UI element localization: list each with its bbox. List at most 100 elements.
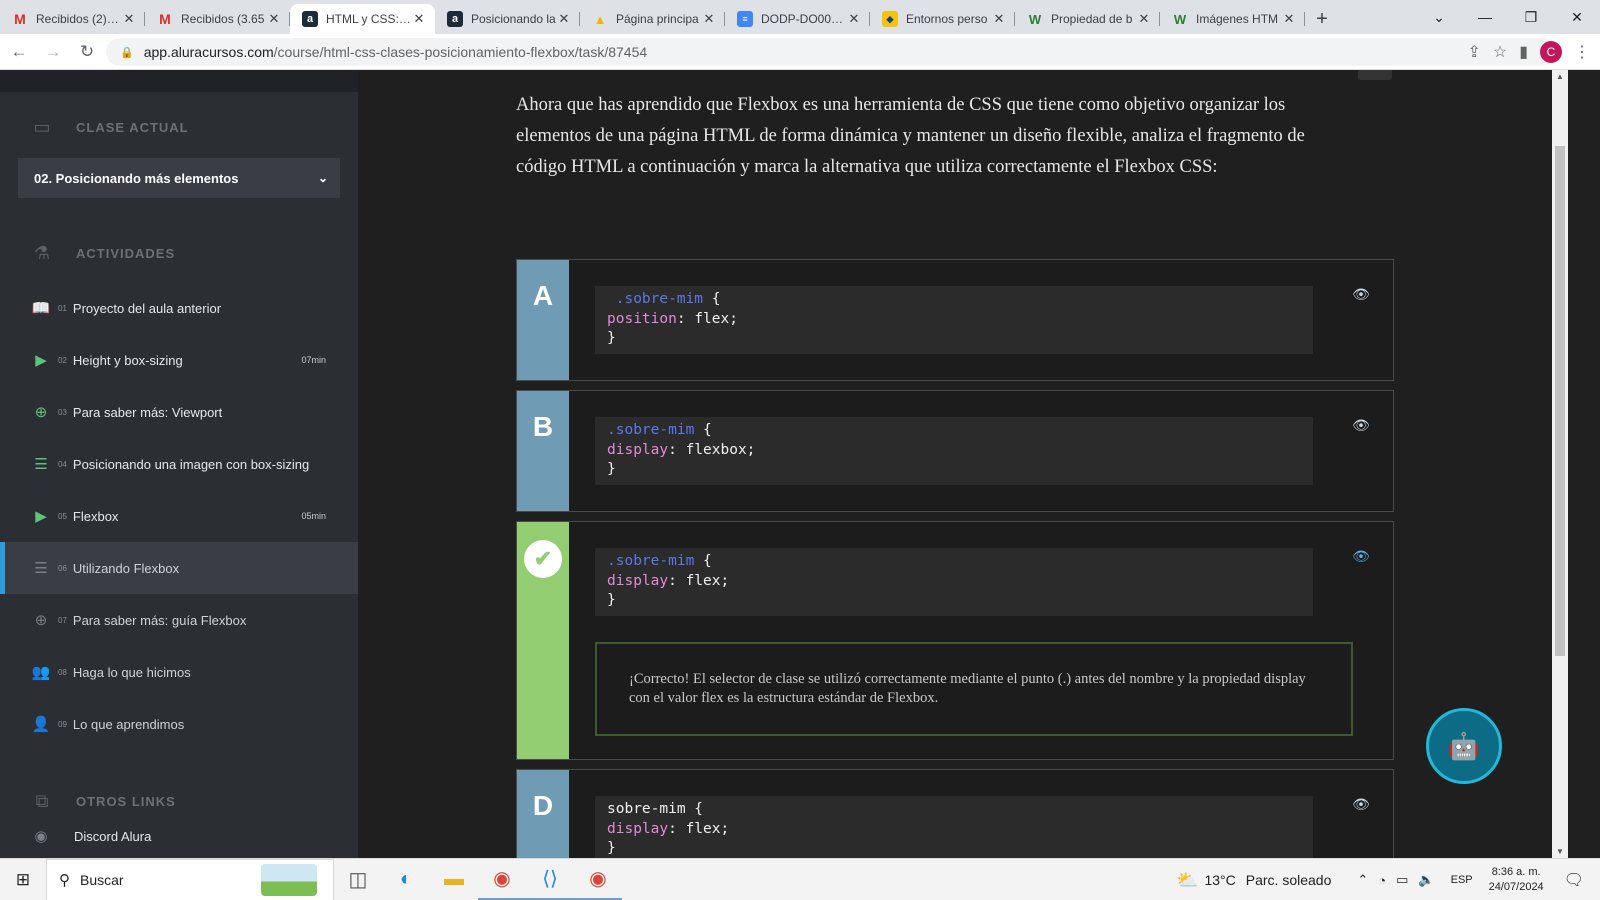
code-block: .sobre-mim { display: flex; } — [595, 548, 1313, 616]
clock-date: 24/07/2024 — [1488, 881, 1544, 893]
section-label: ACTIVIDADES — [76, 245, 176, 261]
weather-icon[interactable]: ⛅ — [1176, 870, 1198, 891]
chevron-up-icon[interactable]: ⌃ — [1357, 872, 1368, 888]
activity-item[interactable]: 📖 01 Proyecto del aula anterior — [0, 282, 358, 334]
address-bar[interactable]: 🔒 app.aluracursos.com /course/html-css-c… — [106, 38, 1556, 66]
code-value: flexbox; — [685, 441, 756, 458]
activity-number: 01 — [58, 303, 67, 313]
discord-link[interactable]: ◉ Discord Alura — [0, 816, 358, 856]
vscode-icon[interactable]: ⟨⟩ — [526, 859, 574, 900]
scroll-down-icon[interactable]: ▼ — [1552, 847, 1568, 856]
code-selector: .sobre-mim — [607, 291, 704, 307]
alternative-c[interactable]: ✔ .sobre-mim { display: flex; } 👁 ¡Corre… — [516, 521, 1394, 760]
clock[interactable]: 8:36 a. m. 24/07/2024 — [1489, 865, 1544, 895]
battery-icon[interactable]: ▭ — [1396, 872, 1408, 888]
bookmark-star-icon[interactable]: ☆ — [1493, 42, 1507, 62]
activity-item[interactable]: ⊕ 03 Para saber más: Viewport — [0, 386, 358, 438]
alternative-d[interactable]: D sobre-mim { display: flex; } 👁 — [516, 769, 1394, 858]
browser-tab[interactable]: ≡ DODP-DO006-F ✕ — [725, 4, 870, 34]
gmail-icon: M — [159, 11, 171, 27]
lesson-dropdown[interactable]: 02. Posicionando más elementos ⌄ — [18, 158, 340, 198]
eye-icon[interactable]: 👁 — [1352, 548, 1370, 564]
forward-icon[interactable]: → — [38, 42, 68, 62]
tab-title: HTML y CSS: Cl — [326, 12, 411, 26]
activity-label: Proyecto del aula anterior — [72, 300, 222, 316]
close-icon[interactable]: ✕ — [411, 11, 427, 27]
close-icon[interactable]: ✕ — [121, 11, 137, 27]
file-explorer-icon[interactable]: ▬ — [430, 859, 478, 900]
share-icon[interactable]: ⇪ — [1467, 42, 1480, 62]
avatar[interactable]: C — [1540, 41, 1562, 63]
eye-icon[interactable]: 👁 — [1352, 417, 1370, 433]
minimize-button[interactable]: — — [1462, 0, 1508, 34]
chrome-icon[interactable]: ◉ — [478, 859, 526, 900]
side-panel-icon[interactable]: ▮ — [1519, 42, 1528, 62]
activity-label: Para saber más: guía Flexbox — [72, 612, 247, 628]
back-icon[interactable]: ← — [4, 42, 34, 62]
browser-tab[interactable]: W Propiedad de b ✕ — [1015, 4, 1160, 34]
close-icon[interactable]: ✕ — [266, 11, 282, 27]
alternative-a[interactable]: A .sobre-mim { position: flex; } 👁 — [516, 259, 1394, 381]
alternative-b[interactable]: B .sobre-mim { display: flexbox; } 👁 — [516, 390, 1394, 512]
activity-number: 08 — [58, 667, 67, 677]
menu-kebab-icon[interactable]: ⋮ — [1574, 42, 1590, 62]
browser-tab[interactable]: a Posicionando la ✕ — [435, 4, 580, 34]
activity-item[interactable]: ▶ 02 Height y box-sizing 07min — [0, 334, 358, 386]
scrollbar-thumb[interactable] — [1555, 146, 1565, 656]
new-tab-button[interactable]: + — [1305, 4, 1339, 34]
tab-title: Propiedad de b — [1051, 12, 1133, 26]
volume-icon[interactable]: 🔈 — [1418, 872, 1434, 888]
notification-icon[interactable]: 🗨 — [1564, 870, 1584, 890]
docs-icon: ≡ — [737, 11, 753, 27]
close-icon[interactable]: ✕ — [1281, 11, 1297, 27]
eye-icon[interactable]: 👁 — [1352, 796, 1370, 812]
feedback-box: ¡Correcto! El selector de clase se utili… — [595, 642, 1353, 736]
lock-icon: 🔒 — [120, 46, 134, 59]
eye-icon[interactable]: 👁 — [1352, 286, 1370, 302]
taskbar-search[interactable]: ⚲ Buscar — [46, 858, 334, 900]
language-indicator[interactable]: ESP — [1451, 874, 1473, 886]
chatbot-button[interactable]: 🤖 — [1426, 708, 1502, 784]
browser-tab[interactable]: W Imágenes HTM ✕ — [1160, 4, 1305, 34]
close-icon[interactable]: ✕ — [701, 11, 717, 27]
activity-item[interactable]: 👤 09 Lo que aprendimos — [0, 698, 358, 750]
edge-icon[interactable]: ◐ — [382, 859, 430, 900]
activity-item[interactable]: ▶ 05 Flexbox 05min — [0, 490, 358, 542]
close-icon[interactable]: ✕ — [991, 11, 1007, 27]
activity-number: 03 — [58, 407, 67, 417]
weather-description[interactable]: Parc. soleado — [1246, 872, 1332, 888]
code-selector: .sobre-mim — [607, 553, 695, 569]
browser-tab[interactable]: M Recibidos (2) - c ✕ — [0, 4, 145, 34]
tab-search-icon[interactable]: ⌄ — [1416, 0, 1462, 34]
activity-item[interactable]: ⊕ 07 Para saber más: guía Flexbox — [0, 594, 358, 646]
top-button-stub[interactable] — [1358, 70, 1392, 80]
w3schools-icon: W — [1028, 11, 1042, 27]
close-icon[interactable]: ✕ — [1136, 11, 1152, 27]
restore-button[interactable]: ❐ — [1508, 0, 1554, 34]
activity-item-current[interactable]: ☰ 06 Utilizando Flexbox — [0, 542, 358, 594]
task-view-icon[interactable]: ◫ — [334, 859, 382, 900]
close-icon[interactable]: ✕ — [556, 11, 572, 27]
browser-tab[interactable]: M Recibidos (3.65 ✕ — [145, 4, 290, 34]
activity-number: 05 — [58, 511, 67, 521]
clock-time: 8:36 a. m. — [1491, 866, 1541, 878]
chrome-icon[interactable]: ◉ — [574, 859, 622, 900]
activity-number: 07 — [58, 615, 67, 625]
scroll-up-icon[interactable]: ▲ — [1552, 72, 1568, 81]
browser-tab-active[interactable]: a HTML y CSS: Cl ✕ — [290, 4, 435, 34]
code-property: display — [607, 572, 669, 589]
windows-start-icon[interactable]: ⊞ — [0, 859, 46, 900]
window-close-button[interactable]: ✕ — [1554, 0, 1600, 34]
book-outline-icon: ▭ — [33, 116, 51, 137]
activity-item[interactable]: 👥 08 Haga lo que hicimos — [0, 646, 358, 698]
reload-icon[interactable]: ↻ — [72, 42, 102, 62]
browser-tab[interactable]: ▲ Página principa ✕ — [580, 4, 725, 34]
code-property: display — [607, 820, 669, 837]
browser-tab[interactable]: ◆ Entornos perso ✕ — [870, 4, 1015, 34]
windows-taskbar: ⊞ ⚲ Buscar ◫ ◐ ▬ ◉ ⟨⟩ ◉ ⛅ 13°C Parc. sol… — [0, 858, 1600, 900]
wifi-icon[interactable]: ◔ — [1378, 873, 1386, 888]
activity-item[interactable]: ☰ 04 Posicionando una imagen con box-siz… — [0, 438, 358, 490]
close-icon[interactable]: ✕ — [846, 11, 862, 27]
weather-temp[interactable]: 13°C — [1204, 872, 1235, 888]
page-scrollbar[interactable]: ▲ ▼ — [1552, 70, 1568, 858]
